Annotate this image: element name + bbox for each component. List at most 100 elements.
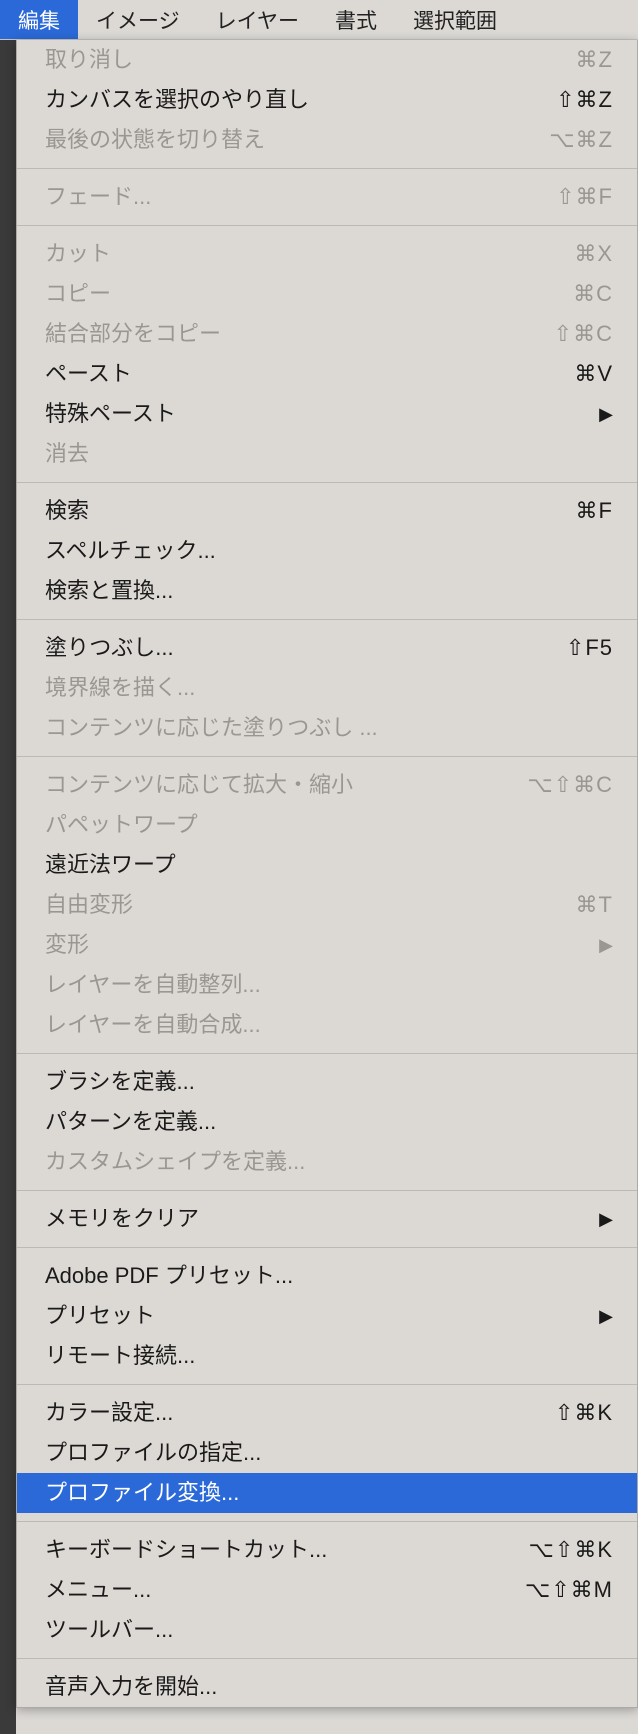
menubar-item-select[interactable]: 選択範囲 [395,0,515,39]
menu-item[interactable]: リモート接続... [17,1336,637,1376]
menu-item-label: 消去 [45,438,89,470]
menu-item-shortcut: ⇧⌘K [555,1397,613,1429]
menu-item-label: 塗りつぶし... [45,632,174,664]
menu-item-label: Adobe PDF プリセット... [45,1260,293,1292]
menu-item-label: フェード... [45,181,151,213]
menu-item[interactable]: 遠近法ワープ [17,845,637,885]
menu-item[interactable]: メモリをクリア ▶ [17,1199,637,1239]
menubar-item-image[interactable]: イメージ [78,0,198,39]
menu-item[interactable]: プリセット ▶ [17,1296,637,1336]
menu-item-label: プロファイルの指定... [45,1437,261,1469]
menu-item-label: カンバスを選択のやり直し [45,84,309,116]
menu-item-label: メモリをクリア [45,1203,199,1235]
menu-item[interactable]: ツールバー... [17,1610,637,1650]
menu-item-label: 検索 [45,495,89,527]
menu-item-label: メニュー... [45,1574,151,1606]
menu-item-label: コンテンツに応じた塗りつぶし ... [45,712,378,744]
menu-item-shortcut: ⌥⇧⌘M [525,1574,613,1606]
menu-item-label: カラー設定... [45,1397,173,1429]
menu-separator [17,1190,637,1191]
menubar-item-edit[interactable]: 編集 [0,0,78,39]
menu-item-label: コンテンツに応じて拡大・縮小 [45,769,353,801]
menu-item-shortcut: ⌥⌘Z [549,124,613,156]
menu-item-label: 検索と置換... [45,575,173,607]
menu-item-shortcut: ⌥⇧⌘C [527,769,613,801]
menu-item-label: カット [45,238,111,270]
menu-item-shortcut: ⌘C [573,278,613,310]
menu-item: コンテンツに応じて拡大・縮小 ⌥⇧⌘C [17,765,637,805]
menu-separator [17,1521,637,1522]
menu-item[interactable]: パターンを定義... [17,1102,637,1142]
menu-item[interactable]: ブラシを定義... [17,1062,637,1102]
menu-item: 最後の状態を切り替え⌥⌘Z [17,120,637,160]
edit-dropdown-menu: 取り消し⌘Z カンバスを選択のやり直し ⇧⌘Z 最後の状態を切り替え⌥⌘Z フェード..… [16,40,638,1708]
submenu-arrow-icon: ▶ [599,1300,613,1332]
menu-item-label: 結合部分をコピー [45,318,221,350]
menu-item-shortcut: ⌘F [576,495,613,527]
menu-item[interactable]: Adobe PDF プリセット... [17,1256,637,1296]
menu-item-shortcut: ⌘V [574,358,613,390]
menu-item-label: ツールバー... [45,1614,173,1646]
menubar-item-layer[interactable]: レイヤー [198,0,317,39]
menu-item-shortcut: ⇧⌘F [556,181,613,213]
menu-item-label: 音声入力を開始... [45,1671,217,1703]
menu-item-label: カスタムシェイプを定義... [45,1146,305,1178]
menu-item: 消去 [17,434,637,474]
menu-item-shortcut: ⌥⇧⌘K [529,1534,613,1566]
menu-item: コピー ⌘C [17,274,637,314]
menu-item-label: レイヤーを自動整列... [45,969,261,1001]
menu-item[interactable]: カラー設定... ⇧⌘K [17,1393,637,1433]
menu-item[interactable]: 検索 ⌘F [17,491,637,531]
menu-item-label: レイヤーを自動合成... [45,1009,261,1041]
menu-item-shortcut: ⌘X [574,238,613,270]
menu-item-label: パターンを定義... [45,1106,216,1138]
menu-item: カスタムシェイプを定義... [17,1142,637,1182]
menu-item: コンテンツに応じた塗りつぶし ... [17,708,637,748]
menubar: 編集 イメージ レイヤー 書式 選択範囲 [0,0,638,40]
menu-item-label: 特殊ペースト [45,398,176,430]
menu-item: 自由変形⌘T [17,885,637,925]
menu-item: パペットワープ [17,805,637,845]
menu-item[interactable]: キーボードショートカット...⌥⇧⌘K [17,1530,637,1570]
menu-item[interactable]: スペルチェック... [17,531,637,571]
menubar-item-type[interactable]: 書式 [317,0,395,39]
menu-item-label: プロファイル変換... [45,1477,239,1509]
menu-item: 取り消し⌘Z [17,40,637,80]
menu-separator [17,225,637,226]
menu-separator [17,168,637,169]
menu-item[interactable]: 特殊ペースト ▶ [17,394,637,434]
menu-item-label: プリセット [45,1300,155,1332]
menu-item[interactable]: カンバスを選択のやり直し ⇧⌘Z [17,80,637,120]
menu-item-label: 遠近法ワープ [45,849,176,881]
menu-item-shortcut: ⇧F5 [566,632,613,664]
menu-item: フェード... ⇧⌘F [17,177,637,217]
menu-item: レイヤーを自動合成... [17,1005,637,1045]
menu-item[interactable]: プロファイル変換... [17,1473,637,1513]
menu-separator [17,619,637,620]
app-background-strip [0,40,16,1734]
submenu-arrow-icon: ▶ [599,1203,613,1235]
menu-item-label: スペルチェック... [45,535,216,567]
menu-item[interactable]: メニュー... ⌥⇧⌘M [17,1570,637,1610]
menu-item[interactable]: ペースト ⌘V [17,354,637,394]
submenu-arrow-icon: ▶ [599,398,613,430]
menu-item-label: ブラシを定義... [45,1066,195,1098]
menu-item[interactable]: 検索と置換... [17,571,637,611]
menu-item: 変形 ▶ [17,925,637,965]
menu-separator [17,1384,637,1385]
menu-item[interactable]: 塗りつぶし... ⇧F5 [17,628,637,668]
menu-item-label: リモート接続... [45,1340,195,1372]
menu-item-shortcut: ⌘T [576,889,613,921]
menu-item: カット ⌘X [17,234,637,274]
menu-separator [17,756,637,757]
menu-item-shortcut: ⇧⌘Z [556,84,613,116]
menu-item[interactable]: 音声入力を開始... [17,1667,637,1707]
menu-item[interactable]: プロファイルの指定... [17,1433,637,1473]
menu-item-label: 変形 [45,929,89,961]
menu-item-label: 境界線を描く... [45,672,195,704]
submenu-arrow-icon: ▶ [599,929,613,961]
menu-separator [17,1053,637,1054]
menu-item-label: コピー [45,278,111,310]
menu-item-label: パペットワープ [45,809,198,841]
menu-item-label: ペースト [45,358,132,390]
